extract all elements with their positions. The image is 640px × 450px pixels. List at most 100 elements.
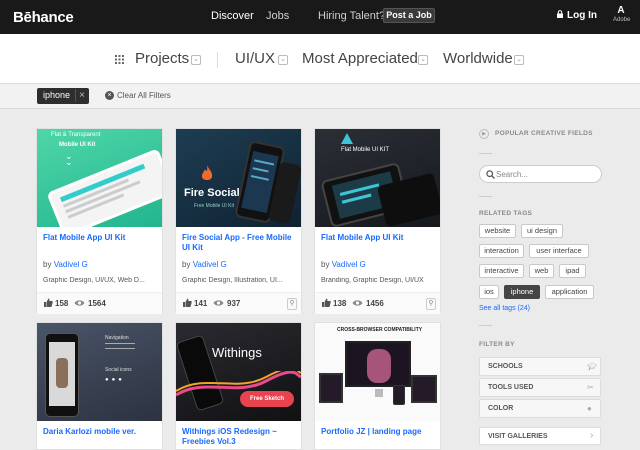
tag-interaction[interactable]: interaction [479, 244, 524, 258]
owner-link[interactable]: Vadivel G [193, 260, 227, 269]
divider [479, 196, 492, 197]
appreciation-count: 138 [333, 299, 347, 308]
tools-icon: ✂ [587, 383, 594, 392]
project-thumbnail[interactable]: Flat & Transparent Mobile UI Kit ⌄ ⌄ [37, 129, 162, 227]
tag-website[interactable]: website [479, 224, 516, 238]
project-title[interactable]: Flat Mobile App UI Kit [321, 233, 436, 243]
eye-icon [74, 300, 85, 306]
free-sketch-badge: Free Sketch [240, 391, 294, 407]
project-owner: by Vadivel G [182, 260, 227, 269]
project-stats: 141 937 ⚲ [176, 292, 301, 314]
category-sort[interactable]: Most Appreciated [302, 50, 418, 67]
view-count: 937 [227, 299, 241, 308]
visit-galleries-label: VISIT GALLERIES [488, 433, 548, 440]
project-owner: by Vadivel G [321, 260, 366, 269]
phone-illustration [393, 385, 405, 405]
category-location[interactable]: Worldwide [443, 50, 513, 67]
color-drop-icon: ● [587, 404, 592, 413]
search-icon [486, 170, 495, 179]
tag-iphone[interactable]: iphone [504, 285, 540, 299]
thumbs-up-icon [44, 298, 53, 307]
nav-hiring-talent[interactable]: Hiring Talent? [318, 10, 385, 22]
project-card[interactable]: Flat & Transparent Mobile UI Kit ⌄ ⌄ Flat… [36, 128, 163, 314]
thumbs-up-icon [183, 298, 192, 307]
filter-color[interactable]: COLOR ● [479, 399, 601, 418]
tag-interactive[interactable]: interactive [479, 264, 524, 278]
nav-discover[interactable]: Discover [211, 10, 254, 22]
nav-jobs[interactable]: Jobs [266, 10, 289, 22]
project-card[interactable]: Fire Social Free Mobile UI Kit Fire Soci… [175, 128, 302, 314]
owner-link[interactable]: Vadivel G [54, 260, 88, 269]
project-title[interactable]: Withings iOS Redesign ~ Freebies Vol.3 [182, 427, 297, 447]
post-job-button[interactable]: Post a Job [383, 8, 435, 23]
by-label: by [43, 260, 52, 269]
tag-ios[interactable]: ios [479, 285, 499, 299]
project-stats: 138 1456 ⚲ [315, 292, 440, 314]
project-thumbnail[interactable]: Flat Mobile UI KIT [315, 129, 440, 227]
project-title[interactable]: Fire Social App - Free Mobile UI Kit [182, 233, 297, 253]
project-card[interactable]: CROSS-BROWSER COMPATIBILITY Portfolio JZ… [314, 322, 441, 450]
filter-chip-label: iphone [43, 90, 71, 100]
behance-logo[interactable]: Bēhance [13, 9, 74, 26]
see-all-tags-link[interactable]: See all tags (24) [479, 305, 530, 312]
chevron-down-icon: ⌄ ⌄ [65, 151, 73, 167]
lock-icon [557, 10, 563, 18]
thumb-caption: Mobile UI Kit [59, 142, 96, 148]
pin-icon[interactable]: ⚲ [287, 298, 297, 310]
filter-schools[interactable]: SCHOOLS 🎓︎ [479, 357, 601, 376]
close-icon[interactable]: × [75, 89, 88, 102]
project-title[interactable]: Daria Karlozi mobile ver. [43, 427, 158, 437]
project-thumbnail[interactable]: Fire Social Free Mobile UI Kit [176, 129, 301, 227]
project-card[interactable]: Withings Free Sketch Withings iOS Redesi… [175, 322, 302, 450]
popular-fields-heading[interactable]: POPULAR CREATIVE FIELDS [495, 130, 593, 137]
filter-chip: iphone × [37, 88, 89, 104]
tag-application[interactable]: application [545, 285, 594, 299]
category-projects[interactable]: Projects [135, 50, 189, 67]
login-link[interactable]: Log In [567, 10, 597, 21]
tablet-illustration [319, 373, 343, 403]
tablet-illustration [411, 375, 437, 403]
thumb-caption: Navigation [105, 335, 129, 341]
category-divider [217, 52, 218, 68]
project-card[interactable]: Navigation Social icons ●●● Daria Karloz… [36, 322, 163, 450]
project-thumbnail[interactable]: Withings Free Sketch [176, 323, 301, 421]
project-thumbnail[interactable]: CROSS-BROWSER COMPATIBILITY [315, 323, 440, 421]
visit-galleries-button[interactable]: VISIT GALLERIES › [479, 427, 601, 445]
owner-link[interactable]: Vadivel G [332, 260, 366, 269]
by-label: by [321, 260, 330, 269]
adobe-text: Adobe [613, 17, 631, 23]
tag-ui-design[interactable]: ui design [521, 224, 563, 238]
chevron-down-icon[interactable]: ⌄ [278, 55, 288, 65]
clear-icon[interactable]: × [105, 91, 114, 100]
graduation-cap-icon: 🎓︎ [587, 362, 598, 371]
chevron-down-icon[interactable]: ⌄ [191, 55, 201, 65]
chevron-down-icon[interactable]: ⌄ [418, 55, 428, 65]
tag-user-interface[interactable]: user interface [529, 244, 589, 258]
eye-icon [213, 300, 224, 306]
phone-illustration [45, 333, 79, 417]
thumb-caption: Fire Social [184, 187, 240, 199]
category-field[interactable]: UI/UX [235, 50, 275, 67]
play-icon[interactable]: ▶ [479, 129, 489, 139]
thumb-caption: Flat & Transparent [51, 132, 101, 138]
project-card[interactable]: Flat Mobile UI KIT Flat Mobile App UI Ki… [314, 128, 441, 314]
project-title[interactable]: Portfolio JZ | landing page [321, 427, 436, 437]
filter-tools-used[interactable]: TOOLS USED ✂ [479, 378, 601, 397]
flame-icon [201, 165, 213, 180]
project-title[interactable]: Flat Mobile App UI Kit [43, 233, 158, 243]
project-thumbnail[interactable]: Navigation Social icons ●●● [37, 323, 162, 421]
search-input[interactable]: Search... [479, 165, 602, 183]
project-fields: Branding, Graphic Design, UI/UX [321, 277, 424, 284]
tag-ipad[interactable]: ipad [559, 264, 586, 278]
monitor-stand [375, 389, 383, 397]
tag-web[interactable]: web [529, 264, 554, 278]
adobe-logo[interactable]: A Adobe [613, 6, 631, 24]
chevron-down-icon[interactable]: ⌄ [514, 55, 524, 65]
pin-icon[interactable]: ⚲ [426, 298, 436, 310]
grid-icon [115, 55, 124, 64]
clear-all-filters-link[interactable]: Clear All Filters [117, 91, 171, 100]
project-fields: Graphic Design, Illustration, UI... [182, 277, 283, 284]
thumb-caption: CROSS-BROWSER COMPATIBILITY [337, 327, 423, 333]
divider [479, 153, 492, 154]
phone-illustration [46, 148, 162, 227]
